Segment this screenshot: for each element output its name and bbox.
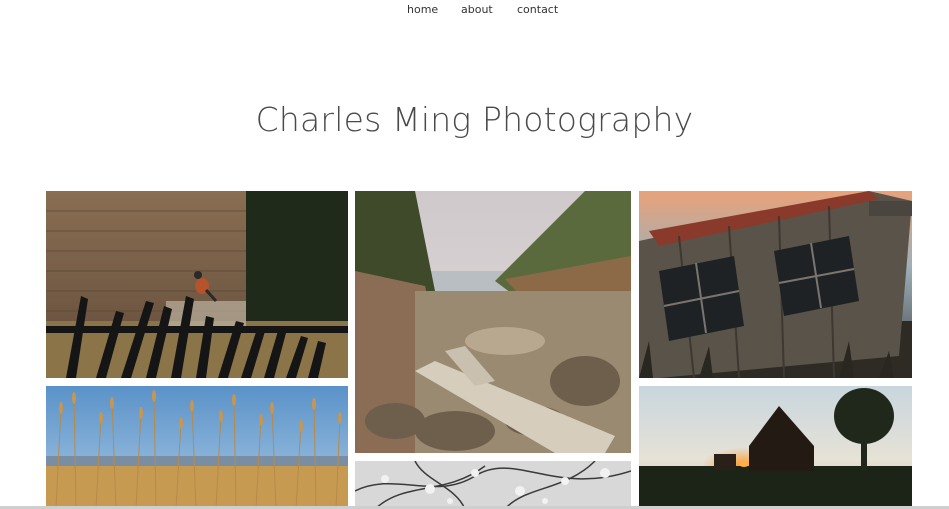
gallery-photo-golden-grass[interactable]: [46, 386, 348, 509]
nav-about-link[interactable]: about: [461, 3, 493, 16]
gallery-photo-abandoned-shack[interactable]: [639, 191, 912, 378]
gallery-photo-coastal-cove[interactable]: [355, 191, 631, 453]
coastal-cove-image: [355, 191, 631, 453]
gallery-photo-flowering-branches[interactable]: [355, 461, 631, 509]
nav-home-link[interactable]: home: [407, 3, 438, 16]
flowering-branches-image: [355, 461, 631, 509]
gallery-photo-barn-silhouette[interactable]: [639, 386, 912, 509]
abandoned-shack-image: [639, 191, 912, 378]
site-title: Charles Ming Photography: [255, 100, 694, 139]
gallery-photo-robin-fence[interactable]: [46, 191, 348, 378]
nav-contact-link[interactable]: contact: [517, 3, 558, 16]
robin-fence-image: [46, 191, 348, 378]
barn-silhouette-image: [639, 386, 912, 509]
top-nav: home about contact: [0, 0, 949, 22]
golden-grass-image: [46, 386, 348, 509]
